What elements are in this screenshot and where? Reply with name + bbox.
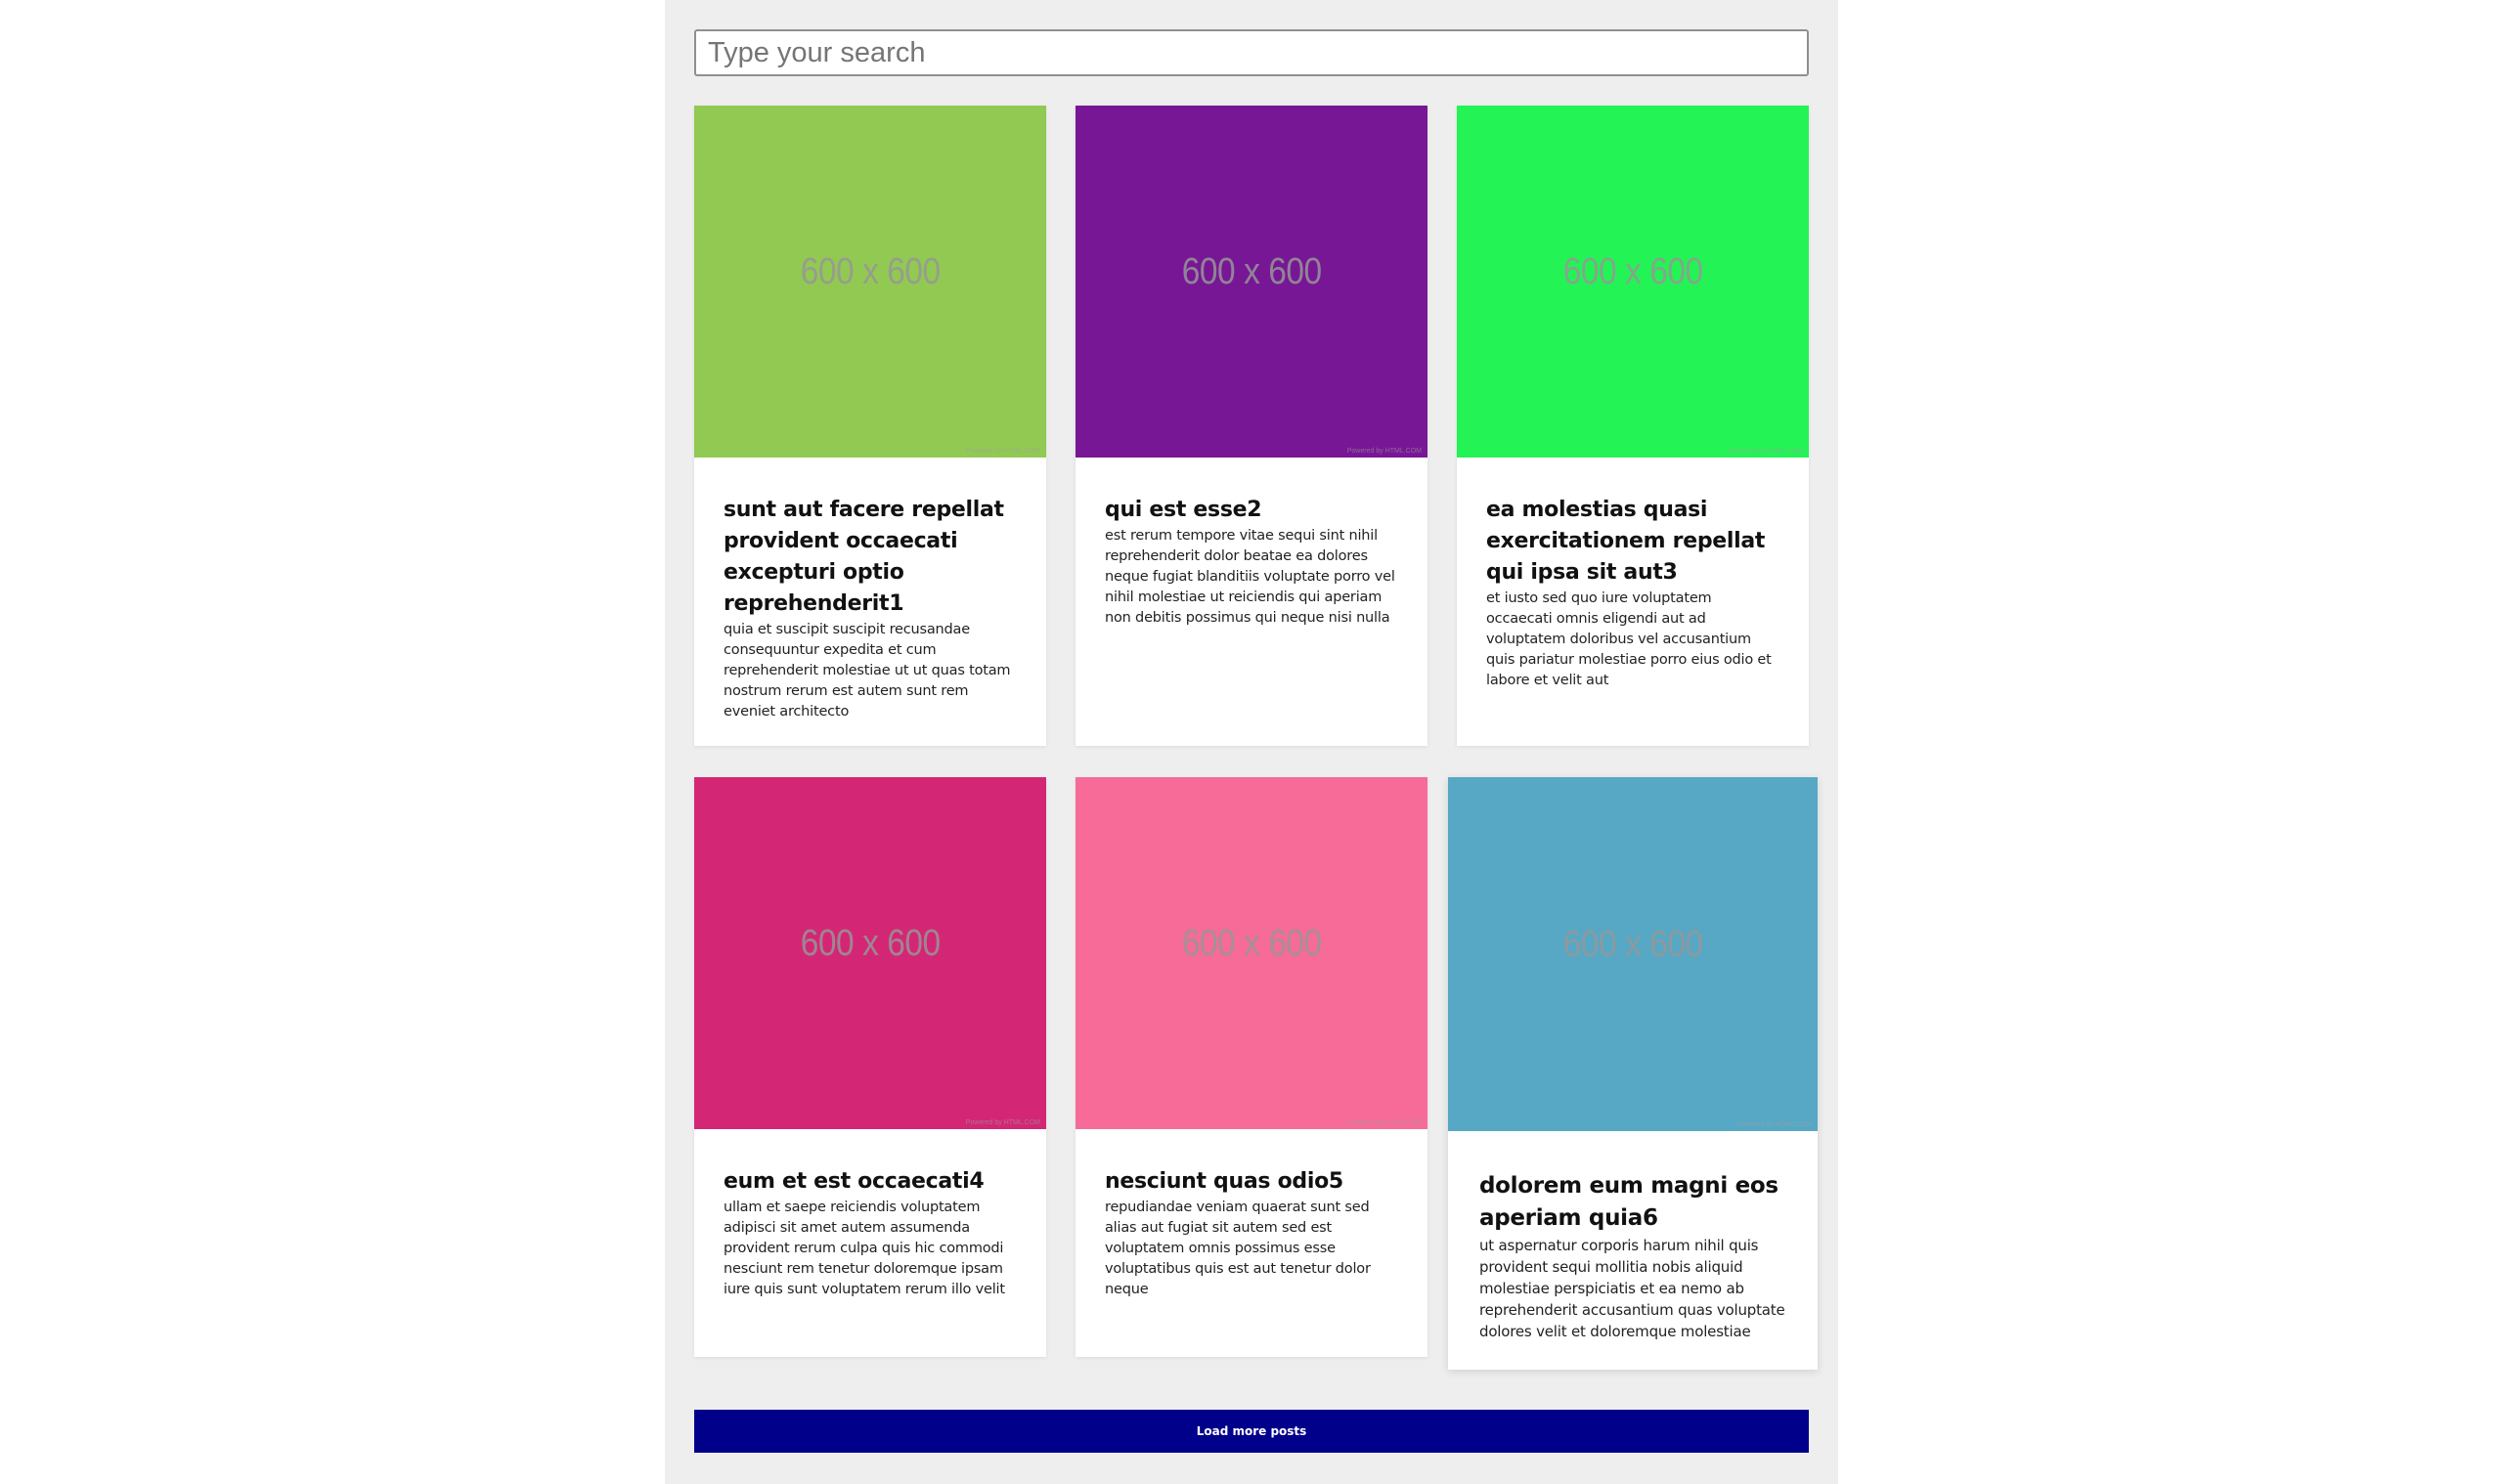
thumbnail-size-label: 600 x 600 — [1562, 250, 1703, 292]
post-card[interactable]: 600 x 600 Powered by HTML.COM qui est es… — [1076, 106, 1427, 746]
thumbnail-powered-label: Powered by HTML.COM — [1346, 1119, 1422, 1126]
thumbnail-powered-label: Powered by HTML.COM — [965, 1119, 1040, 1126]
post-thumbnail: 600 x 600 Powered by HTML.COM — [694, 777, 1046, 1129]
thumbnail-size-label: 600 x 600 — [1562, 923, 1703, 965]
post-body: dolorem eum magni eos aperiam quia6 ut a… — [1448, 1131, 1818, 1370]
post-thumbnail: 600 x 600 Powered by HTML.COM — [1457, 106, 1809, 458]
thumbnail-powered-label: Powered by HTML.COM — [1728, 448, 1803, 455]
post-text: ut aspernatur corporis harum nihil quis … — [1479, 1237, 1785, 1340]
post-text: ullam et saepe reiciendis voluptatem adi… — [724, 1200, 1005, 1297]
post-text: repudiandae veniam quaerat sunt sed alia… — [1105, 1200, 1371, 1297]
search-input[interactable] — [694, 29, 1809, 76]
post-text: est rerum tempore vitae sequi sint nihil… — [1105, 528, 1395, 626]
post-thumbnail: 600 x 600 Powered by HTML.COM — [1076, 777, 1427, 1129]
post-body: nesciunt quas odio5 repudiandae veniam q… — [1076, 1129, 1427, 1330]
post-title: qui est esse2 — [1105, 498, 1262, 522]
post-thumbnail: 600 x 600 Powered by HTML.COM — [694, 106, 1046, 458]
post-card-hovered[interactable]: 600 x 600 Powered by HTML.COM dolorem eu… — [1448, 777, 1818, 1370]
post-title: dolorem eum magni eos aperiam quia6 — [1479, 1173, 1778, 1231]
post-card[interactable]: 600 x 600 Powered by HTML.COM nesciunt q… — [1076, 777, 1427, 1357]
post-title: nesciunt quas odio5 — [1105, 1169, 1343, 1194]
post-body: ea molestias quasi exercitationem repell… — [1457, 458, 1809, 720]
post-body: sunt aut facere repellat provident occae… — [694, 458, 1046, 746]
post-thumbnail: 600 x 600 Powered by HTML.COM — [1076, 106, 1427, 458]
thumbnail-size-label: 600 x 600 — [1181, 922, 1322, 964]
post-card[interactable]: 600 x 600 Powered by HTML.COM ea molesti… — [1457, 106, 1809, 746]
post-body: qui est esse2 est rerum tempore vitae se… — [1076, 458, 1427, 658]
thumbnail-size-label: 600 x 600 — [1181, 250, 1322, 292]
thumbnail-powered-label: Powered by HTML.COM — [1736, 1121, 1812, 1128]
post-title: eum et est occaecati4 — [724, 1169, 985, 1194]
thumbnail-powered-label: Powered by HTML.COM — [1346, 448, 1422, 455]
post-text: quia et suscipit suscipit recusandae con… — [724, 622, 1011, 720]
post-thumbnail: 600 x 600 Powered by HTML.COM — [1448, 777, 1818, 1131]
thumbnail-size-label: 600 x 600 — [800, 922, 941, 964]
thumbnail-powered-label: Powered by HTML.COM — [965, 448, 1040, 455]
post-title: sunt aut facere repellat provident occae… — [724, 498, 1004, 616]
load-more-button[interactable]: Load more posts — [694, 1410, 1809, 1453]
post-body: eum et est occaecati4 ullam et saepe rei… — [694, 1129, 1046, 1330]
page-container: 600 x 600 Powered by HTML.COM sunt aut f… — [665, 0, 1838, 1484]
post-text: et iusto sed quo iure voluptatem occaeca… — [1486, 590, 1772, 688]
posts-grid: 600 x 600 Powered by HTML.COM sunt aut f… — [694, 106, 1818, 1416]
post-card[interactable]: 600 x 600 Powered by HTML.COM sunt aut f… — [694, 106, 1046, 746]
thumbnail-size-label: 600 x 600 — [800, 250, 941, 292]
post-card[interactable]: 600 x 600 Powered by HTML.COM eum et est… — [694, 777, 1046, 1357]
post-title: ea molestias quasi exercitationem repell… — [1486, 498, 1766, 585]
